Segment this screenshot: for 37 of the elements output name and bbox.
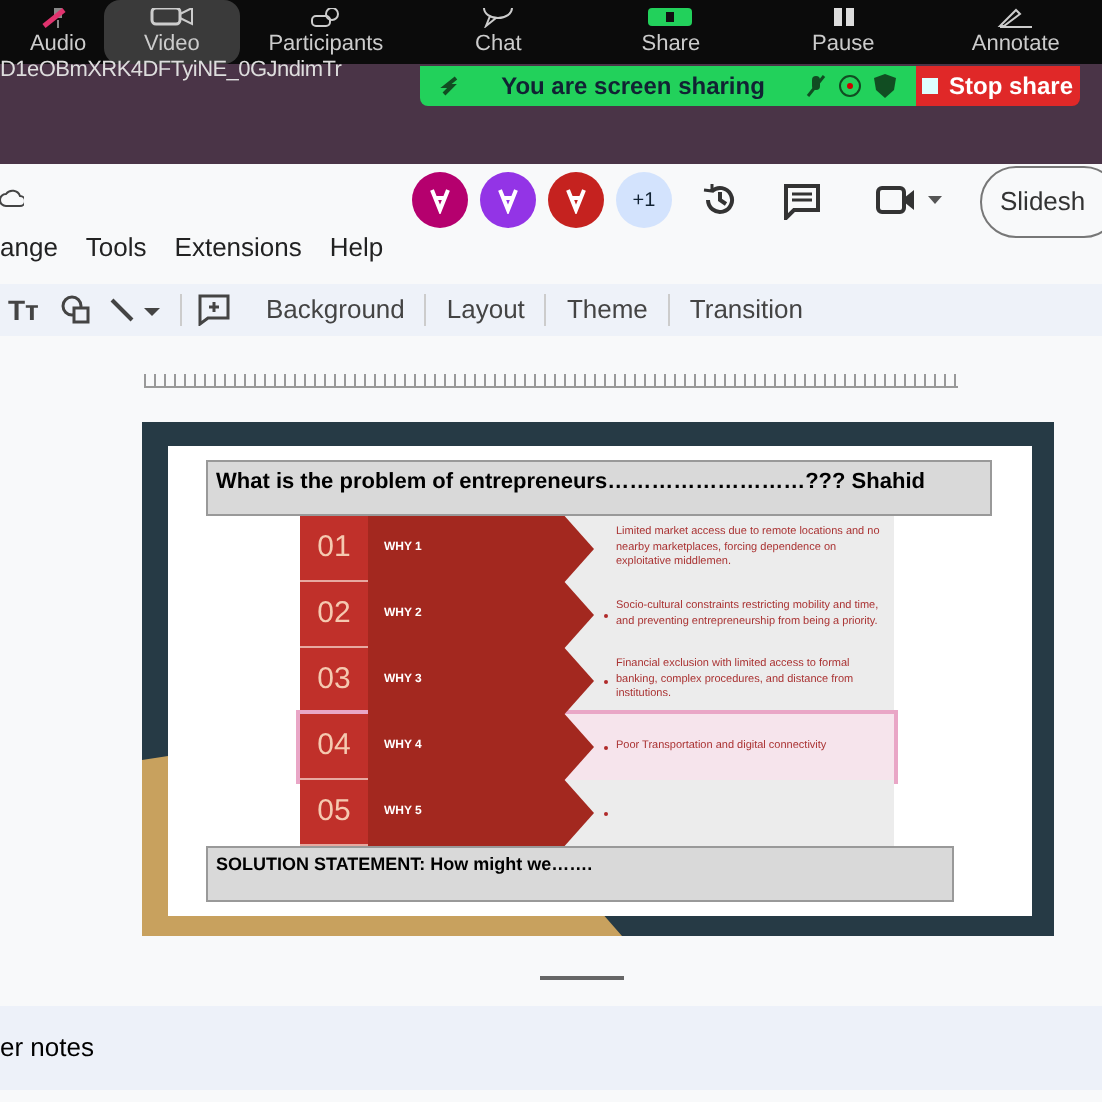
mic-muted-icon[interactable]	[806, 74, 826, 98]
record-icon[interactable]	[838, 74, 862, 98]
menu-item[interactable]: Tools	[85, 228, 147, 267]
toolbar-button[interactable]: Transition	[669, 290, 824, 330]
video-camera-icon[interactable]	[876, 184, 948, 216]
toolbar-button[interactable]: Annotate	[929, 0, 1102, 64]
row-number: 02	[300, 582, 368, 648]
row-number: 05	[300, 780, 368, 846]
resize-handle[interactable]	[539, 976, 623, 980]
comment-icon[interactable]	[782, 182, 822, 220]
sharing-message: You are screen sharing	[499, 70, 767, 104]
history-icon[interactable]	[700, 180, 740, 220]
row-number: 01	[300, 516, 368, 582]
slideshow-button[interactable]: Slidesh	[980, 166, 1102, 238]
stop-share-button[interactable]: Stop share	[916, 66, 1080, 106]
line-tool-icon[interactable]	[108, 296, 164, 324]
toolbar-button[interactable]: Chat	[412, 0, 585, 64]
solution-statement: SOLUTION STATEMENT: How might we…….	[206, 846, 954, 902]
slide-title: What is the problem of entrepreneurs………………………??? Shahid	[206, 460, 992, 516]
more-collaborators[interactable]: +1	[616, 172, 672, 228]
shape-icon[interactable]	[60, 294, 92, 326]
video-camera-icon	[147, 7, 196, 27]
add-comment-icon[interactable]	[198, 294, 230, 326]
toolbar-button[interactable]: Share	[584, 0, 758, 64]
toolbar-button[interactable]: Layout	[426, 290, 545, 330]
toolbar-button[interactable]: Theme	[546, 290, 668, 330]
menu-item[interactable]: ange	[0, 228, 58, 267]
row-number: 03	[300, 648, 368, 714]
toolbar-button[interactable]: Pause	[757, 0, 930, 64]
menu-item[interactable]: Help	[329, 228, 384, 267]
shield-icon[interactable]	[874, 74, 896, 98]
text-style-icon[interactable]: Tт	[8, 289, 44, 331]
share-screen-icon	[644, 7, 697, 27]
toolbar-button[interactable]: Background	[246, 290, 425, 330]
speaker-notes[interactable]: er notes	[0, 1006, 1102, 1090]
row-number: 04	[300, 714, 368, 780]
menu-item[interactable]: Extensions	[174, 228, 302, 267]
